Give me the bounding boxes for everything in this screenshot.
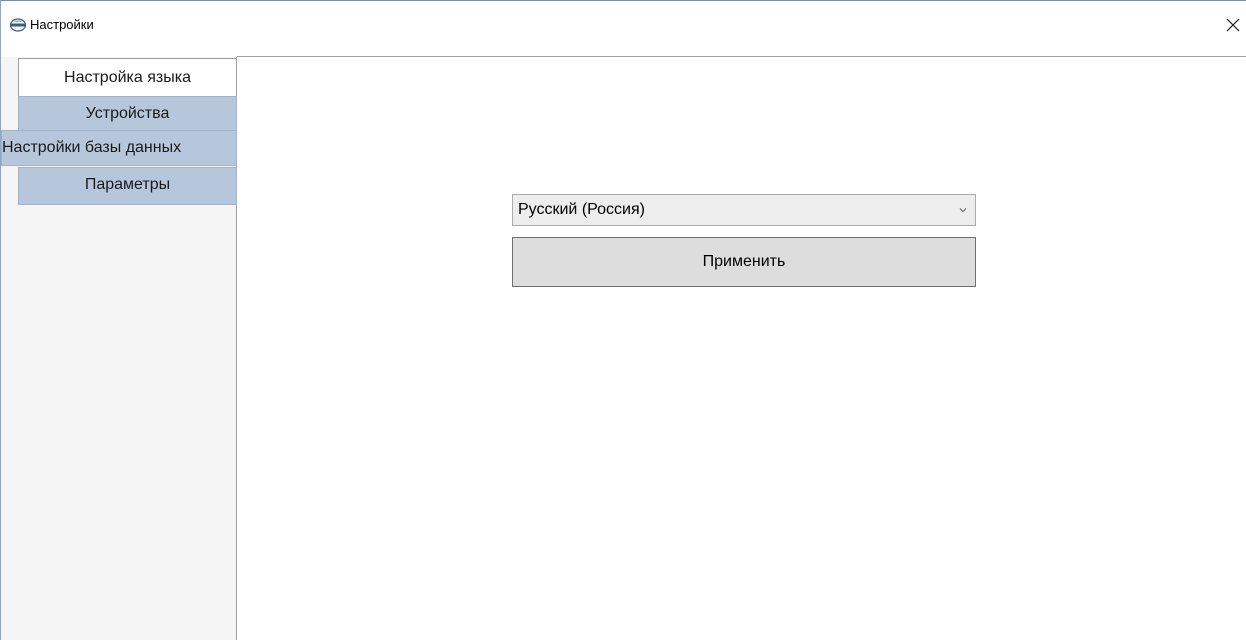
tab-database-settings[interactable]: Настройки базы данных [1,130,237,166]
close-icon [1226,18,1240,32]
tab-parameters[interactable]: Параметры [18,167,237,205]
window-title: Настройки [30,17,94,32]
language-select[interactable]: Русский (Россия) [512,194,976,226]
tab-label: Устройства [85,105,170,122]
close-button[interactable] [1220,10,1246,40]
tab-label: Параметры [84,176,171,193]
title-bar: Настройки [1,1,1246,41]
tab-language-settings[interactable]: Настройка языка [18,58,237,96]
tab-label: Настройка языка [64,68,191,86]
tab-devices[interactable]: Устройства [18,96,237,132]
app-logo-icon [9,17,27,33]
language-select-value: Русский (Россия) [518,201,645,218]
apply-button[interactable]: Применить [512,237,976,287]
tab-label: Настройки базы данных [2,139,182,156]
tab-content-panel [238,57,1246,640]
chevron-down-icon [953,207,973,213]
settings-window: Настройки Настройка языка Устройства Нас… [0,0,1246,640]
